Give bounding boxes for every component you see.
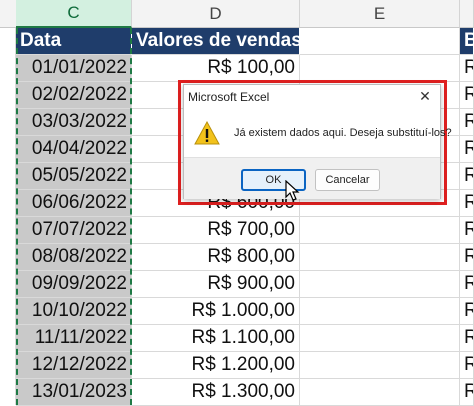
column-header-d[interactable]: D — [132, 0, 300, 28]
dialog-footer: OK Cancelar — [184, 157, 440, 199]
dialog-body: Já existem dados aqui. Deseja substituí-… — [184, 109, 452, 157]
date-cell[interactable]: 09/09/2022 — [16, 271, 132, 298]
date-cell[interactable]: 11/11/2022 — [16, 325, 132, 352]
column-header-f[interactable] — [460, 0, 474, 28]
sales-value-cell[interactable]: R$ 1.200,00 — [132, 352, 300, 379]
cell-e[interactable] — [300, 379, 460, 406]
date-cell[interactable]: 06/06/2022 — [16, 190, 132, 217]
date-cell[interactable]: 10/10/2022 — [16, 298, 132, 325]
sales-value-cell[interactable]: R$ 1.100,00 — [132, 325, 300, 352]
row-header-strip — [0, 28, 16, 405]
date-cell[interactable]: 02/02/2022 — [16, 82, 132, 109]
cell-f[interactable]: R — [460, 379, 474, 406]
cell-e[interactable] — [300, 298, 460, 325]
cell-e[interactable] — [300, 28, 460, 55]
date-cell[interactable]: 03/03/2022 — [16, 109, 132, 136]
cell-e[interactable] — [300, 217, 460, 244]
cell-f[interactable]: R — [460, 271, 474, 298]
cell-f[interactable]: R — [460, 82, 474, 109]
sales-value-cell[interactable]: R$ 900,00 — [132, 271, 300, 298]
date-cell[interactable]: 13/01/2023 — [16, 379, 132, 406]
sales-value-cell[interactable]: R$ 1.000,00 — [132, 298, 300, 325]
sales-value-cell[interactable]: R$ 700,00 — [132, 217, 300, 244]
date-cell[interactable]: 12/12/2022 — [16, 352, 132, 379]
dialog-title: Microsoft Excel — [188, 90, 270, 104]
cell-f[interactable]: R — [460, 298, 474, 325]
column-header-e[interactable]: E — [300, 0, 460, 28]
cancel-button[interactable]: Cancelar — [315, 169, 380, 191]
cell-f[interactable]: R — [460, 352, 474, 379]
sales-value-cell[interactable]: R$ 1.300,00 — [132, 379, 300, 406]
cell-e[interactable] — [300, 244, 460, 271]
header-cell-sales[interactable]: Valores de vendas — [132, 28, 300, 55]
cell-f[interactable]: R — [460, 217, 474, 244]
cell-f[interactable]: R — [460, 244, 474, 271]
cell-e[interactable] — [300, 325, 460, 352]
header-cell-f[interactable]: B — [460, 28, 474, 55]
cell-f[interactable]: R — [460, 109, 474, 136]
sales-value-cell[interactable]: R$ 100,00 — [132, 55, 300, 82]
cell-f[interactable]: R — [460, 325, 474, 352]
replace-data-dialog: Microsoft Excel ✕ Já existem dados aqui.… — [183, 84, 452, 199]
cell-e[interactable] — [300, 55, 460, 82]
cell-f[interactable]: R — [460, 136, 474, 163]
date-cell[interactable]: 01/01/2022 — [16, 55, 132, 82]
date-cell[interactable]: 08/08/2022 — [16, 244, 132, 271]
sales-value-cell[interactable]: R$ 800,00 — [132, 244, 300, 271]
cell-e[interactable] — [300, 352, 460, 379]
column-header-c[interactable]: C — [16, 0, 132, 28]
date-cell[interactable]: 04/04/2022 — [16, 136, 132, 163]
cell-f[interactable]: R — [460, 55, 474, 82]
date-cell[interactable]: 05/05/2022 — [16, 163, 132, 190]
cell-e[interactable] — [300, 271, 460, 298]
date-cell[interactable]: 07/07/2022 — [16, 217, 132, 244]
dialog-message: Já existem dados aqui. Deseja substituí-… — [234, 127, 452, 139]
cell-f[interactable]: R — [460, 163, 474, 190]
close-icon[interactable]: ✕ — [416, 87, 434, 105]
row-header-corner — [0, 0, 16, 28]
mouse-cursor-icon — [285, 180, 300, 201]
warning-icon — [194, 121, 220, 145]
header-cell-data[interactable]: Data — [16, 28, 132, 55]
cell-f[interactable]: R — [460, 190, 474, 217]
